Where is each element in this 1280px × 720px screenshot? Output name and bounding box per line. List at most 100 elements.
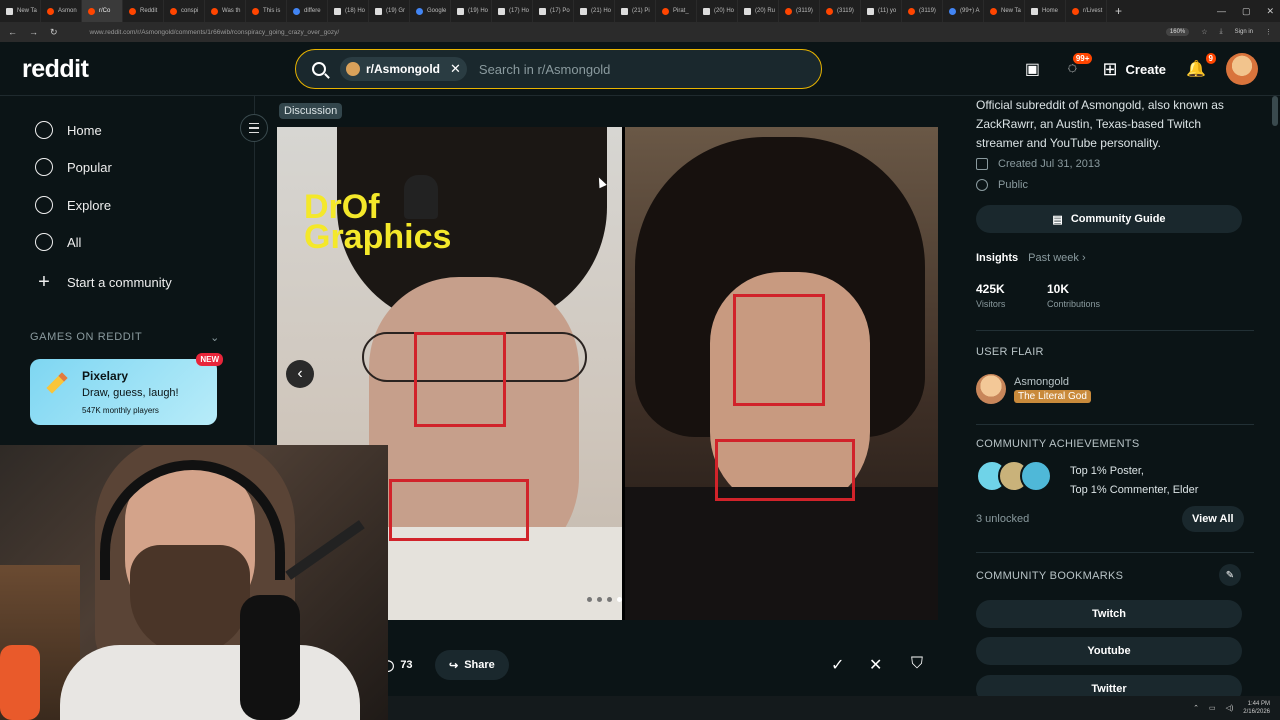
browser-tab[interactable]: (3119) [779, 0, 820, 22]
close-window-icon[interactable]: ✕ [1266, 6, 1274, 17]
browser-tab[interactable]: (17) Po [533, 0, 574, 22]
download-icon[interactable]: ⤓ [1220, 28, 1223, 36]
browser-tab[interactable]: Asmon [41, 0, 82, 22]
browser-tab[interactable]: (18) Ho [328, 0, 369, 22]
browser-tab[interactable]: (20) Ru [738, 0, 779, 22]
view-all-button[interactable]: View All [1182, 506, 1244, 532]
browser-tab[interactable]: conspi [164, 0, 205, 22]
clock[interactable]: 1:44 PM 2/16/2026 [1243, 700, 1270, 716]
game-card-pixelary[interactable]: Pixelary Draw, guess, laugh! 547K monthl… [30, 353, 223, 425]
search-input[interactable]: Search in r/Asmongold [479, 62, 611, 77]
search-bar[interactable]: r/Asmongold ✕ Search in r/Asmongold [295, 49, 822, 89]
browser-tab[interactable]: Pirat_ [656, 0, 697, 22]
advertise-icon[interactable]: ▣ [1022, 59, 1042, 79]
bookmark-star-icon[interactable]: ☆ [1201, 28, 1207, 36]
tab-label: Home [1042, 8, 1059, 14]
scrollbar[interactable] [1272, 96, 1278, 696]
collapse-nav-button[interactable] [240, 114, 268, 142]
share-button[interactable]: ↪ Share [435, 650, 509, 680]
bookmark-youtube[interactable]: Youtube [976, 637, 1242, 665]
new-tab-icon[interactable]: + [1107, 4, 1130, 18]
browser-tab[interactable]: (11) yo [861, 0, 902, 22]
edit-pencil-icon[interactable]: ✎ [1219, 564, 1241, 586]
chip-remove-icon[interactable]: ✕ [450, 61, 461, 77]
header-actions: ▣ ◌ 99+ ⊞ Create 🔔 9 [1022, 53, 1258, 85]
browser-tab[interactable]: New Ta [0, 0, 41, 22]
tab-label: (3119) [919, 8, 936, 14]
community-guide-button[interactable]: ▤ Community Guide [976, 205, 1242, 233]
tab-favicon-icon [129, 7, 136, 15]
reload-icon[interactable]: ↻ [50, 27, 58, 38]
window-controls: — ▢ ✕ [1217, 0, 1274, 22]
post-flair[interactable]: Discussion [279, 103, 343, 119]
back-icon[interactable]: ← [8, 27, 17, 37]
create-button[interactable]: ⊞ Create [1102, 59, 1166, 80]
nav-item-explore[interactable]: Explore [35, 196, 111, 214]
bookmark-twitch[interactable]: Twitch [976, 600, 1242, 628]
tab-favicon-icon [662, 7, 669, 15]
url-field[interactable]: www.reddit.com/r/Asmongold/comments/1r66… [90, 29, 1154, 36]
nav-item-home[interactable]: Home [35, 121, 102, 139]
chat-icon[interactable]: ◌ 99+ [1062, 53, 1093, 79]
nav-label: Start a community [67, 275, 172, 290]
browser-tab[interactable]: New Ta [984, 0, 1025, 22]
nav-item-popular[interactable]: Popular [35, 158, 112, 176]
tab-label: New Ta [17, 8, 37, 14]
browser-tab[interactable]: differe [287, 0, 328, 22]
browser-tab[interactable]: (21) Ho [574, 0, 615, 22]
volume-icon[interactable]: ◁) [1226, 704, 1234, 712]
browser-tab[interactable]: (21) Pi [615, 0, 656, 22]
browser-tab[interactable]: (19) Gr [369, 0, 410, 22]
carousel-prev-button[interactable]: ‹ [286, 360, 314, 388]
browser-tab[interactable]: Home [1025, 0, 1066, 22]
tab-favicon-icon [457, 7, 464, 15]
tab-label: r/Livest [1083, 8, 1103, 14]
maximize-icon[interactable]: ▢ [1242, 6, 1251, 17]
carousel-dot[interactable] [607, 597, 612, 602]
notification-bell-icon[interactable]: 🔔 9 [1186, 53, 1216, 79]
new-badge: NEW [196, 353, 223, 366]
nav-item-start-community[interactable]: + Start a community [35, 271, 172, 294]
flair-username: Asmongold [1014, 376, 1070, 388]
browser-tab[interactable]: Was th [205, 0, 246, 22]
shield-icon[interactable]: ⛉ [911, 655, 923, 673]
forward-icon[interactable]: → [29, 27, 38, 37]
tab-favicon-icon [416, 7, 423, 15]
remove-icon[interactable]: ✕ [869, 655, 882, 675]
tab-label: r/Co [99, 8, 111, 14]
browser-tab[interactable]: This is [246, 0, 287, 22]
subreddit-chip[interactable]: r/Asmongold ✕ [340, 57, 467, 81]
flair-tag[interactable]: The Literal God [1014, 390, 1091, 403]
reddit-logo[interactable]: reddit [22, 55, 89, 84]
browser-tab[interactable]: (3119) [820, 0, 861, 22]
browser-menu-icon[interactable]: ⋮ [1265, 28, 1272, 36]
achievement-badges[interactable] [976, 460, 1052, 492]
achievements-text: Top 1% Poster, Top 1% Commenter, Elder [1070, 465, 1199, 496]
browser-tab[interactable]: (19) Ho [451, 0, 492, 22]
minimize-icon[interactable]: — [1217, 6, 1226, 16]
watermark-portrait [404, 175, 438, 219]
browser-tab[interactable]: r/Co [82, 0, 123, 22]
user-avatar[interactable] [1226, 53, 1258, 85]
carousel-dot[interactable] [597, 597, 602, 602]
zoom-indicator[interactable]: 160% [1165, 28, 1190, 36]
nav-item-all[interactable]: All [35, 233, 81, 251]
tray-chevron-icon[interactable]: ⌃ [1193, 704, 1199, 712]
sign-in-button[interactable]: Sign in [1235, 29, 1253, 35]
browser-tab[interactable]: (20) Ho [697, 0, 738, 22]
network-icon[interactable]: ▭ [1209, 704, 1216, 712]
tab-favicon-icon [1072, 7, 1079, 15]
browser-tab[interactable]: (17) Ho [492, 0, 533, 22]
tab-label: Asmon [58, 8, 77, 14]
browser-tab[interactable]: (3119) [902, 0, 943, 22]
carousel-dot[interactable] [587, 597, 592, 602]
browser-tab[interactable]: Google [410, 0, 451, 22]
browser-tab[interactable]: r/Livest [1066, 0, 1107, 22]
carousel-dot[interactable] [617, 597, 622, 602]
insights-range[interactable]: Past week › [1028, 252, 1085, 264]
games-section-header[interactable]: GAMES ON REDDIT ⌄ [30, 331, 220, 344]
browser-tab[interactable]: (99+) A [943, 0, 984, 22]
browser-tab[interactable]: Reddit [123, 0, 164, 22]
tab-favicon-icon [47, 7, 54, 15]
approve-icon[interactable]: ✓ [831, 655, 844, 675]
